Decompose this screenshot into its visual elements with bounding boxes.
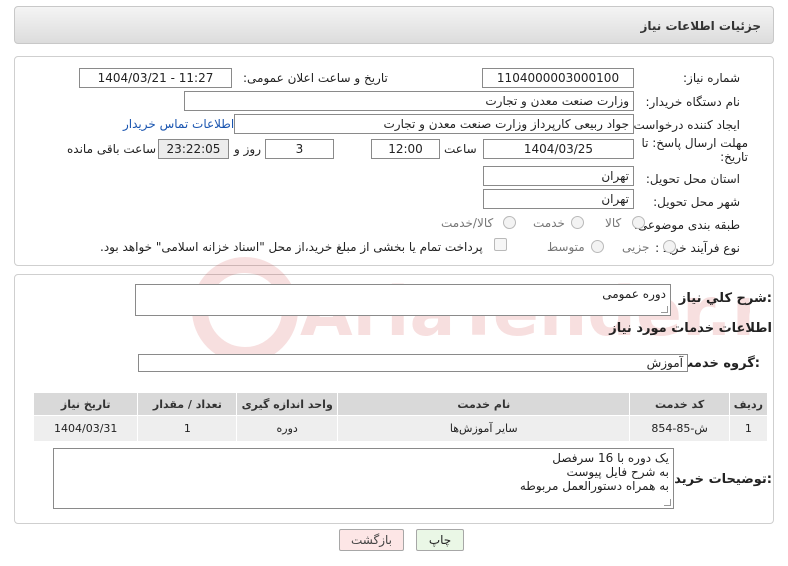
need-number-field: 1104000003000100	[482, 68, 634, 88]
table-header-row: ردیف کد خدمت نام خدمت واحد اندازه گیری ت…	[32, 392, 769, 416]
summary-label: شرح کلي نياز:	[678, 291, 772, 306]
cell-unit: دوره	[236, 415, 339, 442]
days-field: 3	[265, 139, 334, 159]
time-label: ساعت	[444, 142, 477, 156]
buyer-notes-field: یک دوره با 16 سرفصل به شرح فایل پیوست به…	[53, 448, 674, 509]
requester-label: ایجاد کننده درخواست:	[629, 118, 740, 132]
header-bar: جزئیات اطلاعات نیاز	[14, 6, 774, 44]
back-button[interactable]: بازگشت	[339, 529, 404, 551]
city-field: تهران	[483, 189, 634, 209]
treasury-note: پرداخت تمام یا بخشی از مبلغ خرید،از محل …	[100, 240, 483, 254]
remaining-time-field: 23:22:05	[158, 139, 229, 159]
buyer-notes-label: توضیحات خریدار:	[662, 472, 772, 487]
col-header-row-number: ردیف	[728, 392, 769, 416]
deadline-label-2: تاریخ:	[720, 150, 748, 164]
treasury-checkbox[interactable]	[494, 238, 507, 251]
services-table-wrap: ردیف کد خدمت نام خدمت واحد اندازه گیری ت…	[32, 392, 769, 442]
cell-service-name: سایر آموزش‌ها	[337, 415, 631, 442]
service-group-label: گروه خدمت:	[680, 356, 760, 371]
requester-field: جواد ربیعی کارپرداز وزارت صنعت معدن و تج…	[234, 114, 634, 134]
buyer-org-label: نام دستگاه خریدار:	[645, 95, 741, 109]
summary-field: دوره عمومی	[135, 284, 671, 316]
col-header-unit: واحد اندازه گیری	[236, 392, 339, 416]
deadline-date-field: 1404/03/25	[483, 139, 634, 159]
resize-handle[interactable]	[661, 306, 668, 313]
page-title: جزئیات اطلاعات نیاز	[640, 19, 761, 33]
city-label: شهر محل تحویل:	[653, 195, 740, 209]
announce-label: تاریخ و ساعت اعلان عمومی:	[243, 71, 388, 85]
category-goods-service-label: کالا/خدمت	[441, 216, 494, 230]
category-label: طبقه بندی موضوعی:	[633, 218, 740, 232]
cell-quantity: 1	[137, 415, 238, 442]
services-title: اطلاعات خدمات مورد نياز	[609, 321, 772, 336]
purchase-small-label: جزیی	[622, 240, 650, 254]
announce-field: 1404/03/21 - 11:27	[79, 68, 232, 88]
need-number-label: شماره نیاز:	[683, 71, 740, 85]
buyer-notes-line: به همراه دستورالعمل مربوطه	[519, 479, 669, 493]
category-goods-radio[interactable]	[632, 216, 645, 229]
category-service-radio[interactable]	[571, 216, 584, 229]
buyer-notes-line: به شرح فایل پیوست	[566, 465, 669, 479]
services-table: ردیف کد خدمت نام خدمت واحد اندازه گیری ت…	[32, 392, 769, 442]
remaining-label: ساعت باقی مانده	[67, 142, 157, 156]
days-label: روز و	[234, 142, 261, 156]
cell-need-date: 1404/03/31	[32, 415, 139, 442]
purchase-medium-label: متوسط	[547, 240, 585, 254]
province-field: تهران	[483, 166, 634, 186]
cell-service-code: ش-85-854	[629, 415, 730, 442]
col-header-service-name: نام خدمت	[337, 392, 631, 416]
table-row[interactable]: 1 ش-85-854 سایر آموزش‌ها دوره 1 1404/03/…	[32, 415, 769, 442]
purchase-medium-radio[interactable]	[591, 240, 604, 253]
deadline-time-field: 12:00	[371, 139, 440, 159]
deadline-label-1: مهلت ارسال پاسخ: تا	[641, 136, 748, 150]
purchase-small-radio[interactable]	[663, 240, 676, 253]
province-label: استان محل تحویل:	[645, 172, 740, 186]
category-service-label: خدمت	[533, 216, 565, 230]
summary-text: دوره عمومی	[602, 287, 666, 301]
buyer-contact-link[interactable]: اطلاعات تماس خریدار	[123, 117, 234, 131]
col-header-need-date: تاریخ نیاز	[32, 392, 139, 416]
category-goods-label: کالا	[605, 216, 622, 230]
service-group-field: آموزش	[138, 354, 688, 372]
cell-row-number: 1	[728, 415, 769, 442]
col-header-quantity: تعداد / مقدار	[137, 392, 238, 416]
print-button[interactable]: چاپ	[416, 529, 464, 551]
buyer-org-field: وزارت صنعت معدن و تجارت	[184, 91, 634, 111]
col-header-service-code: کد خدمت	[629, 392, 730, 416]
buyer-notes-line: یک دوره با 16 سرفصل	[552, 451, 669, 465]
resize-handle[interactable]	[664, 499, 671, 506]
category-goods-service-radio[interactable]	[503, 216, 516, 229]
